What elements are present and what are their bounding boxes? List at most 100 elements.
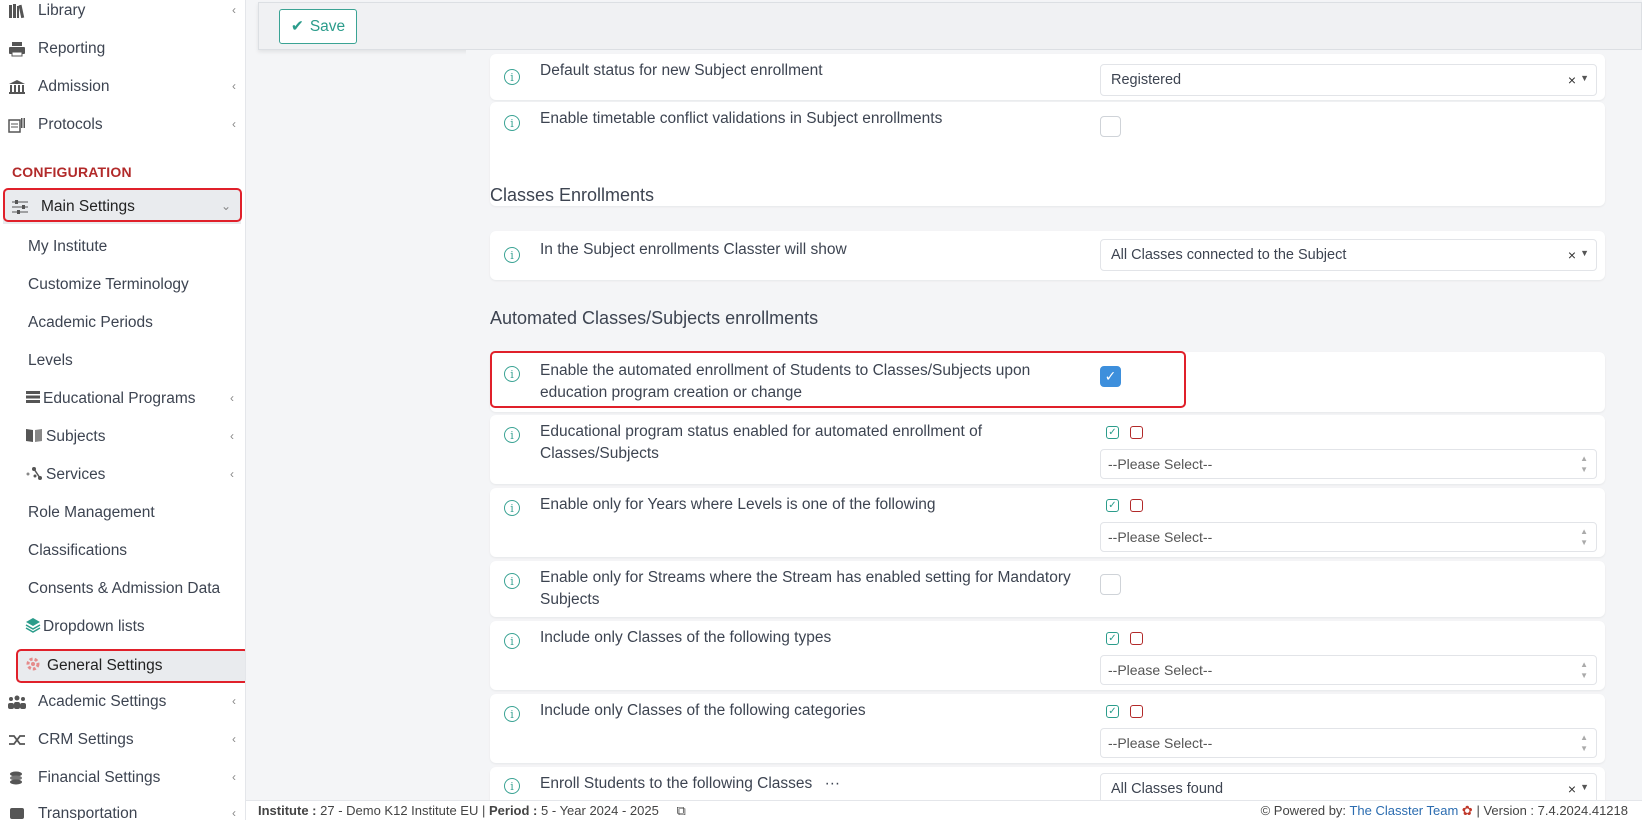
info-icon[interactable]: i bbox=[504, 247, 520, 263]
multiselect-placeholder: --Please Select-- bbox=[1108, 456, 1213, 472]
chevron-left-icon: ‹ bbox=[232, 3, 236, 17]
highlight-box bbox=[3, 188, 242, 222]
layers-icon bbox=[25, 617, 41, 638]
save-button[interactable]: ✔ Save bbox=[279, 9, 357, 44]
sidebar-item-academic-settings[interactable]: Academic Settings ‹ bbox=[0, 684, 245, 720]
footer-credits: © Powered by: The Classter Team ✿ | Vers… bbox=[1260, 802, 1628, 818]
sidebar-item-label: CRM Settings bbox=[38, 731, 134, 748]
printer-icon bbox=[6, 39, 28, 59]
setting-row-timetable: i Enable timetable conflict validations … bbox=[490, 102, 1605, 206]
deselect-all-icon[interactable] bbox=[1130, 426, 1143, 439]
deselect-all-icon[interactable] bbox=[1130, 499, 1143, 512]
info-icon[interactable]: i bbox=[504, 69, 520, 85]
nodes-icon bbox=[25, 465, 43, 486]
version-label: Version : 7.4.2024.41218 bbox=[1483, 802, 1628, 818]
deselect-all-icon[interactable] bbox=[1130, 705, 1143, 718]
sidebar-item-library[interactable]: Library ‹ bbox=[0, 0, 245, 29]
sidebar-item-transportation[interactable]: Transportation ‹ bbox=[0, 796, 245, 820]
multiselect-placeholder: --Please Select-- bbox=[1108, 529, 1213, 545]
info-icon[interactable]: i bbox=[504, 633, 520, 649]
edu-status-multiselect[interactable]: --Please Select-- ▲ ▼ bbox=[1100, 449, 1597, 479]
copy-icon[interactable]: ⧉ bbox=[676, 803, 685, 818]
select-value: All Classes found bbox=[1111, 781, 1224, 797]
chevron-left-icon: ‹ bbox=[230, 429, 234, 443]
sidebar-item-label: My Institute bbox=[28, 238, 108, 255]
setting-label-text: Enroll Students to the following Classes bbox=[540, 775, 813, 792]
chevron-left-icon: ‹ bbox=[232, 732, 236, 746]
subject-show-select[interactable]: All Classes connected to the Subject × ▼ bbox=[1100, 239, 1597, 271]
sidebar-item-label: Transportation bbox=[38, 805, 138, 820]
info-icon[interactable]: i bbox=[504, 778, 520, 794]
sidebar-item-customize-terminology[interactable]: Customize Terminology bbox=[28, 268, 189, 302]
caret-down-icon[interactable]: ▼ bbox=[1580, 782, 1589, 792]
timetable-checkbox[interactable] bbox=[1100, 116, 1121, 137]
sidebar-item-academic-periods[interactable]: Academic Periods bbox=[28, 306, 153, 340]
server-icon bbox=[25, 390, 41, 409]
institute-label: Institute : bbox=[258, 802, 317, 818]
sidebar-item-financial-settings[interactable]: Financial Settings ‹ bbox=[0, 760, 245, 796]
sidebar-item-label: Levels bbox=[28, 352, 73, 369]
select-all-icon[interactable]: ✓ bbox=[1106, 426, 1119, 439]
multiselect-placeholder: --Please Select-- bbox=[1108, 735, 1213, 751]
period-label: Period : bbox=[488, 802, 538, 818]
caret-down-icon[interactable]: ▼ bbox=[1580, 248, 1589, 258]
clear-icon[interactable]: × bbox=[1568, 72, 1576, 88]
setting-row-edu-status: i Educational program status enabled for… bbox=[490, 415, 1605, 484]
highlight-box bbox=[16, 649, 245, 683]
info-icon[interactable]: i bbox=[504, 115, 520, 131]
setting-label: Enroll Students to the following Classes… bbox=[540, 773, 1085, 795]
select-all-icon[interactable]: ✓ bbox=[1106, 705, 1119, 718]
class-types-multiselect[interactable]: --Please Select-- ▲ ▼ bbox=[1100, 655, 1597, 685]
more-icon[interactable]: ··· bbox=[825, 775, 841, 792]
copyright-icon: © bbox=[1260, 802, 1271, 818]
sidebar-item-role-management[interactable]: Role Management bbox=[28, 496, 155, 530]
multiselect-placeholder: --Please Select-- bbox=[1108, 662, 1213, 678]
caret-down-icon[interactable]: ▼ bbox=[1580, 73, 1589, 83]
sidebar-item-my-institute[interactable]: My Institute bbox=[28, 230, 107, 264]
info-icon[interactable]: i bbox=[504, 573, 520, 589]
info-icon[interactable]: i bbox=[504, 706, 520, 722]
spinner-icon: ▲ ▼ bbox=[1580, 733, 1588, 753]
sidebar-item-reporting[interactable]: Reporting bbox=[0, 31, 245, 67]
setting-label: Enable only for Streams where the Stream… bbox=[540, 569, 1071, 608]
sidebar-item-crm-settings[interactable]: CRM Settings ‹ bbox=[0, 722, 245, 758]
streams-checkbox[interactable] bbox=[1100, 574, 1121, 595]
info-icon[interactable]: i bbox=[504, 500, 520, 516]
sidebar-item-label: Academic Settings bbox=[38, 693, 167, 710]
chevron-left-icon: ‹ bbox=[232, 79, 236, 93]
sidebar-item-label: Services bbox=[46, 466, 106, 483]
sidebar-item-levels[interactable]: Levels bbox=[28, 344, 73, 378]
shuffle-icon bbox=[6, 730, 28, 750]
sidebar-item-classifications[interactable]: Classifications bbox=[28, 534, 127, 568]
select-all-icon[interactable]: ✓ bbox=[1106, 632, 1119, 645]
class-categories-multiselect[interactable]: --Please Select-- ▲ ▼ bbox=[1100, 728, 1597, 758]
sidebar: Library ‹ Reporting Admission ‹ Protocol… bbox=[0, 0, 246, 820]
bus-icon bbox=[6, 804, 28, 820]
sidebar-item-educational-programs[interactable]: Educational Programs ‹ bbox=[25, 382, 234, 416]
info-icon[interactable]: i bbox=[504, 427, 520, 443]
sidebar-item-subjects[interactable]: Subjects ‹ bbox=[25, 420, 234, 454]
classter-team-link[interactable]: The Classter Team bbox=[1349, 803, 1458, 818]
institute-value: 27 - Demo K12 Institute EU bbox=[320, 802, 479, 818]
institution-icon bbox=[6, 77, 28, 97]
clear-icon[interactable]: × bbox=[1568, 247, 1576, 263]
highlight-box bbox=[490, 351, 1186, 408]
users-icon bbox=[6, 692, 28, 712]
sidebar-item-protocols[interactable]: Protocols ‹ bbox=[0, 107, 245, 143]
section-title-automated-enrollments: Automated Classes/Subjects enrollments bbox=[490, 308, 819, 328]
setting-row-subject-show: i In the Subject enrollments Classter wi… bbox=[490, 231, 1605, 280]
sidebar-item-services[interactable]: Services ‹ bbox=[25, 458, 234, 492]
setting-label: Include only Classes of the following ca… bbox=[540, 702, 866, 719]
setting-row-default-status: i Default status for new Subject enrollm… bbox=[490, 54, 1605, 100]
deselect-all-icon[interactable] bbox=[1130, 632, 1143, 645]
years-multiselect[interactable]: --Please Select-- ▲ ▼ bbox=[1100, 522, 1597, 552]
select-all-icon[interactable]: ✓ bbox=[1106, 499, 1119, 512]
chevron-left-icon: ‹ bbox=[230, 391, 234, 405]
sidebar-item-label: Financial Settings bbox=[38, 769, 161, 786]
sidebar-item-dropdown-lists[interactable]: Dropdown lists bbox=[25, 610, 145, 644]
sidebar-item-admission[interactable]: Admission ‹ bbox=[0, 69, 245, 105]
default-status-select[interactable]: Registered × ▼ bbox=[1100, 64, 1597, 96]
sidebar-item-consents[interactable]: Consents & Admission Data bbox=[28, 572, 220, 606]
clear-icon[interactable]: × bbox=[1568, 781, 1576, 797]
select-value: Registered bbox=[1111, 72, 1182, 88]
